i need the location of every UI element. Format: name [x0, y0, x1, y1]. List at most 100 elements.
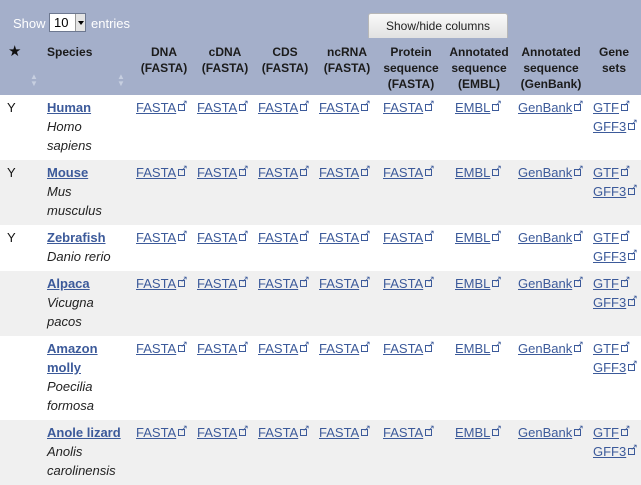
dna-fasta-cell: FASTA — [136, 339, 188, 358]
gtf-link[interactable]: GTF — [593, 163, 631, 180]
entries-value: 10 — [54, 15, 69, 30]
genbank-link[interactable]: GenBank — [518, 163, 584, 180]
cds-fasta-link[interactable]: FASTA — [258, 98, 310, 115]
gff3-link[interactable]: GFF3 — [593, 117, 638, 134]
ncrna-fasta-link[interactable]: FASTA — [319, 163, 371, 180]
genbank-link[interactable]: GenBank — [518, 339, 584, 356]
header-gene-sets[interactable]: Gene sets — [593, 44, 635, 76]
header-ncrna[interactable]: ncRNA (FASTA) — [318, 44, 376, 76]
cds-fasta-link[interactable]: FASTA — [258, 274, 310, 291]
external-link-icon — [300, 163, 310, 176]
protein-fasta-link[interactable]: FASTA — [383, 274, 435, 291]
header-embl[interactable]: Annotated sequence (EMBL) — [445, 44, 513, 92]
star-icon[interactable]: ★ — [8, 42, 21, 60]
cds-fasta-link[interactable]: FASTA — [258, 228, 310, 245]
gene-sets-cell: GTF GFF3 — [593, 228, 638, 266]
dna-fasta-cell: FASTA — [136, 228, 188, 247]
protein-fasta-link[interactable]: FASTA — [383, 423, 435, 440]
link-text: FASTA — [136, 276, 177, 291]
cds-fasta-link[interactable]: FASTA — [258, 423, 310, 440]
cds-fasta-cell: FASTA — [258, 98, 310, 117]
ncrna-fasta-link[interactable]: FASTA — [319, 228, 371, 245]
protein-fasta-link[interactable]: FASTA — [383, 228, 435, 245]
protein-fasta-link[interactable]: FASTA — [383, 163, 435, 180]
cdna-fasta-link[interactable]: FASTA — [197, 274, 249, 291]
external-link-icon — [239, 228, 249, 241]
species-scientific-name: Danio rerio — [47, 247, 127, 266]
link-text: GenBank — [518, 165, 573, 180]
header-dna[interactable]: DNA (FASTA) — [136, 44, 192, 76]
genbank-cell: GenBank — [518, 274, 584, 293]
header-species[interactable]: Species — [47, 44, 92, 60]
dna-fasta-link[interactable]: FASTA — [136, 228, 188, 245]
gtf-link[interactable]: GTF — [593, 228, 631, 245]
link-text: GFF3 — [593, 295, 627, 310]
cds-fasta-link[interactable]: FASTA — [258, 339, 310, 356]
table-row: Y Zebrafish Danio rerio FASTA FASTA FASTA FAST… — [0, 225, 641, 271]
ncrna-fasta-link[interactable]: FASTA — [319, 339, 371, 356]
ncrna-fasta-link[interactable]: FASTA — [319, 274, 371, 291]
external-link-icon — [621, 339, 631, 352]
gtf-link[interactable]: GTF — [593, 98, 631, 115]
cdna-fasta-link[interactable]: FASTA — [197, 423, 249, 440]
embl-link[interactable]: EMBL — [455, 274, 502, 291]
species-link[interactable]: Alpaca — [47, 276, 90, 291]
scientific-name-part: formosa — [47, 398, 94, 413]
protein-fasta-link[interactable]: FASTA — [383, 98, 435, 115]
link-text: GenBank — [518, 425, 573, 440]
external-link-icon — [361, 274, 371, 287]
embl-link[interactable]: EMBL — [455, 423, 502, 440]
show-hide-columns-button[interactable]: Show/hide columns — [368, 13, 508, 38]
cdna-fasta-cell: FASTA — [197, 274, 249, 293]
entries-select[interactable]: 10 — [49, 13, 86, 32]
species-link[interactable]: molly — [47, 360, 81, 375]
gff3-link[interactable]: GFF3 — [593, 442, 638, 459]
link-text: GFF3 — [593, 360, 627, 375]
cdna-fasta-link[interactable]: FASTA — [197, 339, 249, 356]
header-genbank[interactable]: Annotated sequence (GenBank) — [515, 44, 587, 92]
cdna-fasta-link[interactable]: FASTA — [197, 228, 249, 245]
cds-fasta-link[interactable]: FASTA — [258, 163, 310, 180]
gtf-link[interactable]: GTF — [593, 423, 631, 440]
gff3-link[interactable]: GFF3 — [593, 358, 638, 375]
embl-link[interactable]: EMBL — [455, 339, 502, 356]
gff3-link[interactable]: GFF3 — [593, 182, 638, 199]
header-cdna[interactable]: cDNA (FASTA) — [196, 44, 254, 76]
header-protein[interactable]: Protein sequence (FASTA) — [380, 44, 442, 92]
cdna-fasta-link[interactable]: FASTA — [197, 98, 249, 115]
sort-icon[interactable]: ▲ ▼ — [30, 73, 38, 88]
sort-icon[interactable]: ▲ ▼ — [117, 73, 125, 88]
gff3-link[interactable]: GFF3 — [593, 293, 638, 310]
genbank-link[interactable]: GenBank — [518, 423, 584, 440]
dna-fasta-link[interactable]: FASTA — [136, 163, 188, 180]
species-link[interactable]: Human — [47, 100, 91, 115]
genbank-link[interactable]: GenBank — [518, 228, 584, 245]
species-link[interactable]: Zebrafish — [47, 230, 106, 245]
species-link[interactable]: Anole lizard — [47, 425, 121, 440]
dna-fasta-link[interactable]: FASTA — [136, 339, 188, 356]
embl-link[interactable]: EMBL — [455, 228, 502, 245]
external-link-icon — [628, 247, 638, 260]
gtf-link[interactable]: GTF — [593, 274, 631, 291]
cds-fasta-cell: FASTA — [258, 423, 310, 442]
external-link-icon — [492, 339, 502, 352]
protein-fasta-link[interactable]: FASTA — [383, 339, 435, 356]
gff3-link[interactable]: GFF3 — [593, 247, 638, 264]
genbank-link[interactable]: GenBank — [518, 98, 584, 115]
dna-fasta-link[interactable]: FASTA — [136, 98, 188, 115]
gtf-link[interactable]: GTF — [593, 339, 631, 356]
ncrna-fasta-link[interactable]: FASTA — [319, 423, 371, 440]
embl-link[interactable]: EMBL — [455, 98, 502, 115]
ncrna-fasta-link[interactable]: FASTA — [319, 98, 371, 115]
protein-fasta-cell: FASTA — [383, 98, 435, 117]
genbank-link[interactable]: GenBank — [518, 274, 584, 291]
cdna-fasta-link[interactable]: FASTA — [197, 163, 249, 180]
header-cds[interactable]: CDS (FASTA) — [256, 44, 314, 76]
embl-link[interactable]: EMBL — [455, 163, 502, 180]
species-link[interactable]: Mouse — [47, 165, 88, 180]
link-text: GenBank — [518, 341, 573, 356]
dna-fasta-link[interactable]: FASTA — [136, 274, 188, 291]
dna-fasta-link[interactable]: FASTA — [136, 423, 188, 440]
species-link[interactable]: Amazon — [47, 341, 98, 356]
external-link-icon — [178, 274, 188, 287]
